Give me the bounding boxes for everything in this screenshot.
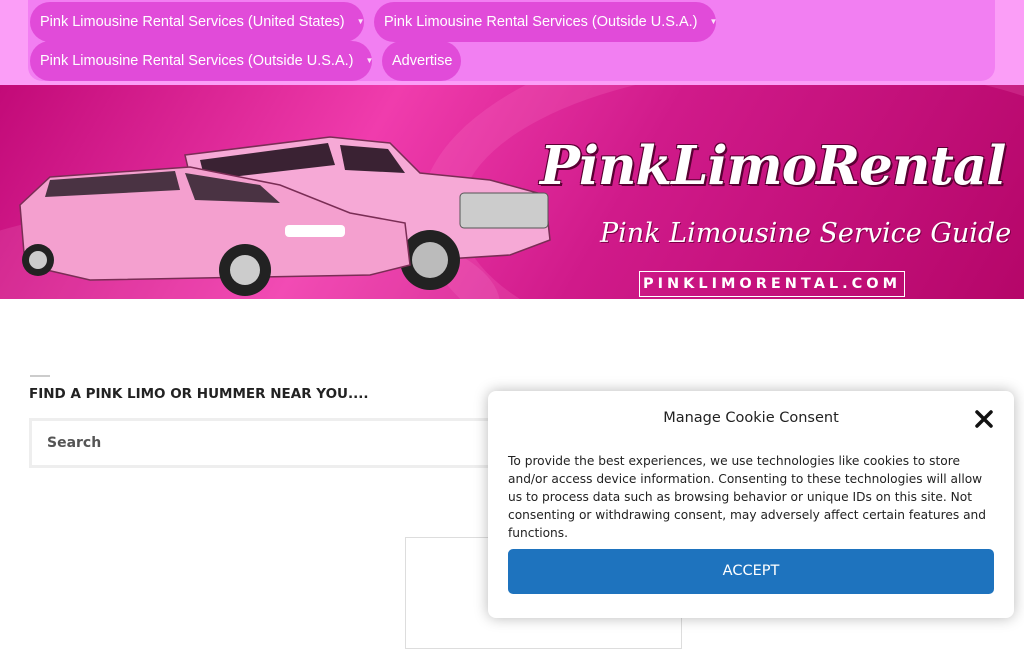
cookie-dialog-body: To provide the best experiences, we use … [508, 454, 987, 540]
nav-item-label: Pink Limousine Rental Services (Outside … [40, 53, 354, 69]
top-navigation-bar: Pink Limousine Rental Services (United S… [0, 0, 1024, 85]
nav-item-label: Pink Limousine Rental Services (Outside … [384, 14, 698, 30]
search-input[interactable] [32, 421, 546, 465]
chevron-down-icon: ▼ [356, 17, 365, 27]
nav-item-advertise[interactable]: Advertise [382, 41, 461, 81]
nav-item-label: Advertise [392, 53, 453, 69]
nav-item-outside-usa[interactable]: Pink Limousine Rental Services (Outside … [374, 2, 718, 42]
widget-title: FIND A PINK LIMO OR HUMMER NEAR YOU.... [29, 386, 369, 402]
brand-title: PinkLimoRental [540, 135, 1006, 197]
cookie-dialog-title: Manage Cookie Consent [663, 410, 839, 426]
brand-url: PINKLIMORENTAL.COM [639, 271, 905, 297]
nav-item-united-states[interactable]: Pink Limousine Rental Services (United S… [30, 2, 365, 42]
nav-item-outside-usa-2[interactable]: Pink Limousine Rental Services (Outside … [30, 41, 374, 81]
accept-button[interactable]: ACCEPT [508, 549, 994, 594]
nav-item-label: Pink Limousine Rental Services (United S… [40, 14, 345, 30]
divider [30, 375, 50, 377]
pink-limousine-image [19, 136, 551, 296]
search-box [29, 418, 549, 468]
chevron-down-icon: ▼ [365, 56, 374, 66]
close-icon[interactable] [972, 407, 996, 431]
nav-panel: Pink Limousine Rental Services (United S… [28, 0, 995, 81]
brand-subtitle: Pink Limousine Service Guide [600, 218, 1012, 249]
header-banner[interactable]: PinkLimoRental Pink Limousine Service Gu… [0, 85, 1024, 299]
cookie-consent-dialog: Manage Cookie Consent To provide the bes… [488, 391, 1014, 618]
chevron-down-icon: ▼ [709, 17, 718, 27]
